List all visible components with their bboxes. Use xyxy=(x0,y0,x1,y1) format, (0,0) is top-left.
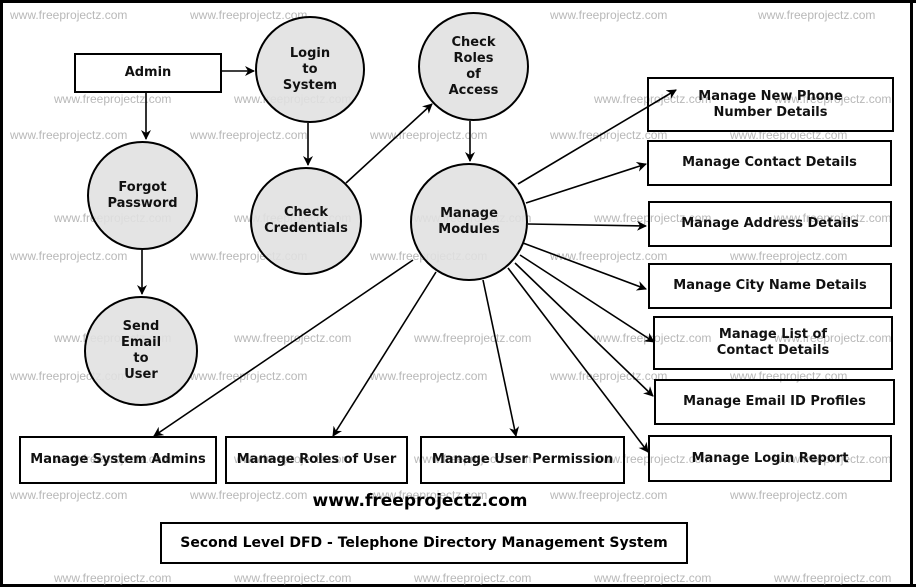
arrow-modules-to-roles-of-user xyxy=(332,271,437,437)
entity-manage-system-admins[interactable]: Manage System Admins xyxy=(19,436,217,484)
entity-manage-email-id-profiles[interactable]: Manage Email ID Profiles xyxy=(654,379,895,425)
website-label: www.freeprojectz.com xyxy=(312,491,528,511)
arrow-modules-to-city xyxy=(522,242,647,291)
entity-manage-list-of-contact-details[interactable]: Manage List of Contact Details xyxy=(653,316,893,370)
process-manage-modules[interactable]: Manage Modules xyxy=(410,163,528,281)
arrow-modules-to-contact xyxy=(525,162,647,204)
entity-manage-city-name-details[interactable]: Manage City Name Details xyxy=(648,263,892,309)
entity-manage-address-details[interactable]: Manage Address Details xyxy=(648,201,892,247)
entity-manage-user-permission[interactable]: Manage User Permission xyxy=(420,436,625,484)
arrow-modules-to-login-report xyxy=(507,267,649,453)
entity-manage-new-phone-number-details[interactable]: Manage New Phone Number Details xyxy=(647,77,894,132)
arrow-modules-to-email xyxy=(514,262,654,397)
process-check-credentials[interactable]: Check Credentials xyxy=(250,167,362,275)
entity-admin[interactable]: Admin xyxy=(74,53,222,93)
diagram-title: Second Level DFD - Telephone Directory M… xyxy=(160,522,688,564)
entity-manage-login-report[interactable]: Manage Login Report xyxy=(648,435,892,482)
arrow-credentials-to-check-roles xyxy=(345,103,433,184)
entity-manage-contact-details[interactable]: Manage Contact Details xyxy=(647,140,892,186)
process-forgot-password[interactable]: Forgot Password xyxy=(87,141,198,250)
process-check-roles-of-access[interactable]: Check Roles of Access xyxy=(418,12,529,121)
arrow-modules-to-user-permission xyxy=(482,279,520,437)
arrow-modules-to-address xyxy=(527,220,647,231)
process-login-to-system[interactable]: Login to System xyxy=(255,16,365,123)
entity-manage-roles-of-user[interactable]: Manage Roles of User xyxy=(225,436,408,484)
arrow-modules-to-list xyxy=(519,254,655,343)
process-send-email-to-user[interactable]: Send Email to User xyxy=(84,296,198,406)
